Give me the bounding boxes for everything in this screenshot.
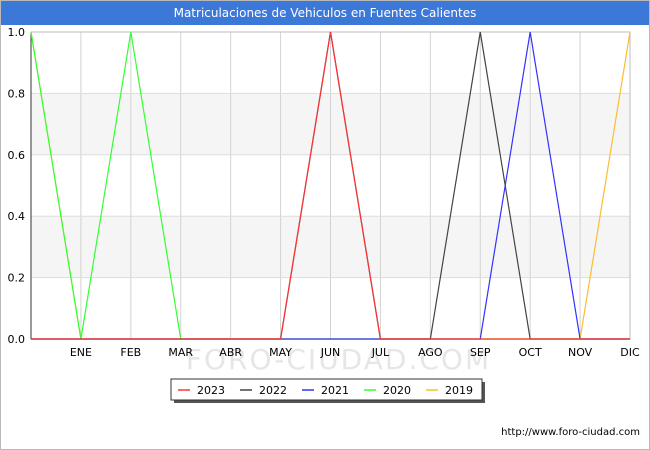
x-tick-label: AGO — [418, 346, 443, 359]
y-tick-label: 0.0 — [8, 333, 26, 346]
x-tick-label: FEB — [120, 346, 141, 359]
y-tick-label: 0.6 — [8, 149, 26, 162]
x-tick-label: ABR — [219, 346, 242, 359]
legend-label-2023: 2023 — [197, 384, 225, 397]
legend-label-2021: 2021 — [321, 384, 349, 397]
x-tick-label: MAY — [269, 346, 292, 359]
chart-frame: Matriculaciones de Vehiculos en Fuentes … — [0, 0, 650, 450]
x-tick-label: DIC — [620, 346, 640, 359]
x-tick-label: SEP — [470, 346, 491, 359]
legend-label-2020: 2020 — [383, 384, 411, 397]
x-tick-label: MAR — [168, 346, 193, 359]
x-tick-label: OCT — [519, 346, 542, 359]
y-tick-label: 1.0 — [8, 26, 26, 39]
x-tick-label: JUN — [320, 346, 341, 359]
x-tick-label: JUL — [371, 346, 390, 359]
legend-label-2019: 2019 — [445, 384, 473, 397]
y-tick-label: 0.4 — [8, 210, 26, 223]
source-url: http://www.foro-ciudad.com — [501, 427, 640, 438]
line-chart: FORO-CIUDAD.COM0.00.20.40.60.81.0ENE FEB M… — [8, 26, 640, 403]
y-tick-label: 0.8 — [8, 87, 26, 100]
x-tick-label: NOV — [568, 346, 593, 359]
x-tick-label: ENE — [70, 346, 92, 359]
legend: 2023 2022 2021 2020 2019 — [170, 378, 485, 403]
y-tick-label: 0.2 — [8, 272, 26, 285]
legend-label-2022: 2022 — [259, 384, 287, 397]
